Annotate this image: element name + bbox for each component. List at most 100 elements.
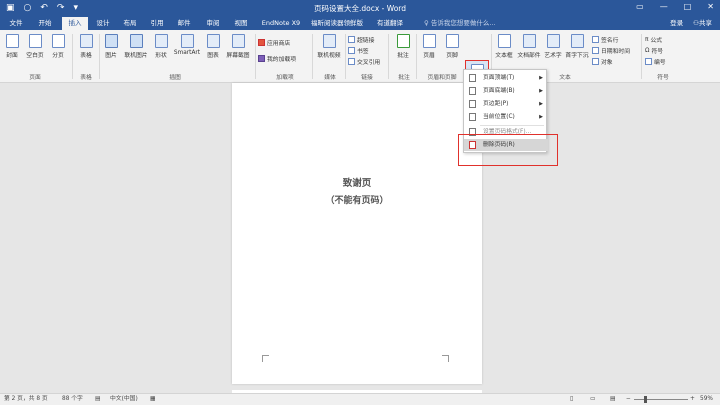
word-count[interactable]: 88 个字 [62, 394, 83, 405]
title-bar: ▣ ○ ↶ ↷ ▾ 页码设置大全.docx - Word ▭ — □ ✕ [0, 0, 720, 17]
tab-home[interactable]: 开始 [32, 17, 58, 30]
smartart-button[interactable]: SmartArt [172, 34, 202, 56]
numbering-button[interactable]: 编号 [645, 57, 666, 66]
group-label-addins: 加载项 [276, 75, 294, 81]
table-button[interactable]: 表格 [76, 34, 96, 59]
group-label-illustrations: 插图 [169, 75, 181, 81]
minimize-icon[interactable]: — [660, 2, 668, 11]
footer-button[interactable]: 页脚 [443, 34, 461, 59]
table-icon [79, 34, 93, 48]
page-break-icon [51, 34, 65, 48]
blank-page-icon [28, 34, 42, 48]
page-break-button[interactable]: 分页 [49, 34, 67, 59]
quick-parts-button[interactable]: 文档部件 [516, 34, 542, 59]
cover-page-icon [5, 34, 19, 48]
chart-button[interactable]: 图表 [205, 34, 221, 59]
online-pictures-button[interactable]: 联机图片 [122, 34, 150, 59]
maximize-icon[interactable]: □ [684, 2, 692, 11]
header-button[interactable]: 页眉 [420, 34, 438, 59]
submenu-arrow-icon: ▶ [539, 75, 543, 81]
wordart-button[interactable]: 艺术字 [543, 34, 563, 59]
shapes-button[interactable]: 形状 [153, 34, 169, 59]
page-count[interactable]: 第 2 页，共 8 页 [4, 394, 48, 405]
online-picture-icon [129, 34, 143, 48]
read-mode-icon[interactable]: ▯ [570, 394, 573, 405]
blank-page-button[interactable]: 空白页 [24, 34, 46, 59]
store-button[interactable]: 应用商店 [258, 38, 290, 47]
page-top-icon [469, 74, 476, 82]
ribbon-display-icon[interactable]: ▭ [636, 2, 644, 11]
header-icon [422, 34, 436, 48]
tab-layout[interactable]: 布局 [118, 17, 142, 30]
cross-reference-icon [348, 58, 355, 65]
tell-me-search[interactable]: ♀ 告诉我您想要做什么... [424, 17, 496, 30]
doc-subtitle[interactable]: （不能有页码） [232, 193, 482, 206]
drop-cap-icon [570, 34, 584, 48]
addins-icon [258, 55, 265, 62]
login-link[interactable]: 登录 [670, 17, 683, 30]
crop-mark [262, 355, 269, 362]
bookmark-button[interactable]: 书签 [348, 46, 369, 55]
zoom-slider[interactable] [634, 399, 688, 400]
cross-reference-button[interactable]: 交叉引用 [348, 57, 380, 66]
zoom-out-icon[interactable]: − [626, 394, 631, 405]
menu-item-top-of-page[interactable]: 页面顶端(T) ▶ [464, 72, 548, 84]
doc-heading[interactable]: 致谢页 [232, 175, 482, 189]
hyperlink-button[interactable]: 超链接 [348, 35, 374, 44]
print-layout-icon[interactable]: ▭ [590, 394, 595, 405]
close-icon[interactable]: ✕ [707, 2, 714, 11]
zoom-level[interactable]: 59% [700, 394, 713, 405]
comment-button[interactable]: 批注 [394, 34, 412, 59]
tab-foxit[interactable]: 福昕阅读器领鲜版 [308, 17, 366, 30]
tab-view[interactable]: 视图 [228, 17, 254, 30]
quick-parts-icon [522, 34, 536, 48]
textbox-button[interactable]: 文本框 [494, 34, 514, 59]
language[interactable]: 中文(中国) [110, 394, 138, 405]
window-title: 页码设置大全.docx - Word [313, 4, 407, 13]
macro-icon[interactable]: ▦ [150, 394, 155, 405]
document-page[interactable]: 致谢页 （不能有页码） [232, 83, 482, 384]
footer-icon [445, 34, 459, 48]
status-bar: 第 2 页，共 8 页 88 个字 ▤ 中文(中国) ▦ ▯ ▭ ▤ − + 5… [0, 393, 720, 405]
submenu-arrow-icon: ▶ [539, 101, 543, 107]
tab-youdao[interactable]: 有道翻译 [370, 17, 410, 30]
bookmark-icon [348, 47, 355, 54]
menu-item-page-margins[interactable]: 页边距(P) ▶ [464, 98, 548, 110]
ribbon-tabs: 文件 开始 插入 设计 布局 引用 邮件 审阅 视图 EndNote X9 福昕… [0, 17, 720, 30]
equation-button[interactable]: π 公式 [645, 35, 662, 45]
my-addins-button[interactable]: 我的加载项 [258, 54, 296, 63]
current-position-icon [469, 113, 476, 121]
cover-page-button[interactable]: 封面 [5, 34, 19, 59]
symbol-button[interactable]: Ω 符号 [645, 46, 663, 56]
tab-review[interactable]: 审阅 [200, 17, 226, 30]
screenshot-button[interactable]: 屏幕截图 [224, 34, 252, 59]
menu-item-bottom-of-page[interactable]: 页面底端(B) ▶ [464, 85, 548, 97]
number-icon [645, 58, 652, 65]
pictures-button[interactable]: 图片 [103, 34, 119, 59]
submenu-arrow-icon: ▶ [539, 114, 543, 120]
drop-cap-button[interactable]: 首字下沉 [564, 34, 590, 59]
share-button[interactable]: ⚇共享 [693, 17, 712, 30]
group-label-symbols: 符号 [657, 75, 669, 81]
date-time-button[interactable]: 日期和时间 [592, 46, 630, 55]
tab-mailings[interactable]: 邮件 [172, 17, 196, 30]
signature-line-button[interactable]: 签名行 [592, 35, 618, 44]
web-layout-icon[interactable]: ▤ [610, 394, 615, 405]
group-label-comments: 批注 [398, 75, 410, 81]
tab-references[interactable]: 引用 [145, 17, 169, 30]
tab-insert[interactable]: 插入 [62, 17, 88, 30]
tab-design[interactable]: 设计 [91, 17, 115, 30]
smartart-icon [180, 34, 194, 48]
tab-file[interactable]: 文件 [4, 17, 28, 30]
group-label-header-footer: 页眉和页脚 [427, 75, 457, 81]
page-bottom-icon [469, 87, 476, 95]
object-button[interactable]: 对象 [592, 57, 613, 66]
tab-endnote[interactable]: EndNote X9 [258, 17, 304, 30]
wordart-icon [546, 34, 560, 48]
online-video-button[interactable]: 联机视频 [315, 34, 343, 59]
proofing-icon[interactable]: ▤ [95, 394, 100, 405]
zoom-in-icon[interactable]: + [690, 394, 695, 405]
menu-item-current-position[interactable]: 当前位置(C) ▶ [464, 111, 548, 123]
zoom-slider-thumb[interactable] [644, 396, 647, 403]
crop-mark [442, 355, 449, 362]
